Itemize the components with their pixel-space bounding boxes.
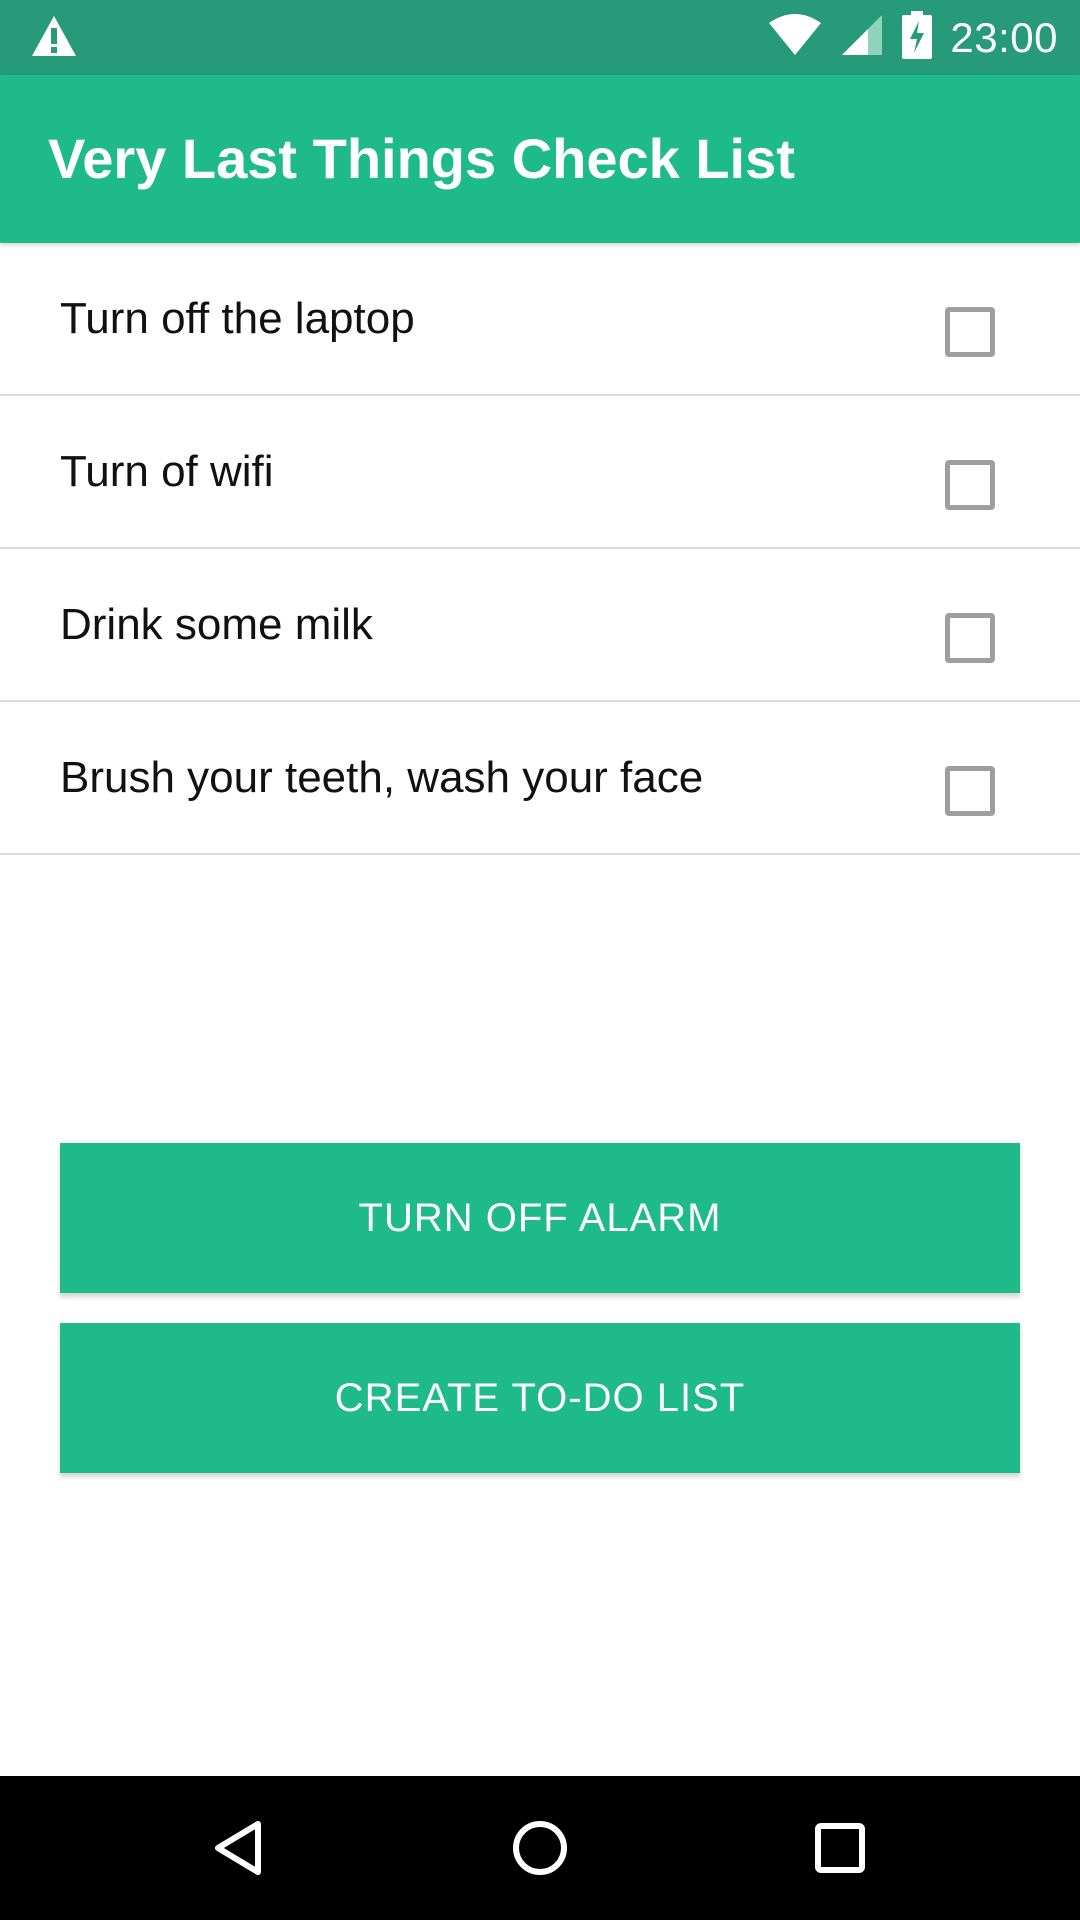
list-item-label: Drink some milk [60, 600, 373, 649]
list-item-label: Turn off the laptop [60, 294, 415, 343]
status-bar: 23:00 [0, 0, 1080, 75]
wifi-icon [768, 13, 822, 62]
back-triangle-icon[interactable] [204, 1812, 276, 1884]
page-title: Very Last Things Check List [48, 127, 795, 190]
app-bar: Very Last Things Check List [0, 75, 1080, 243]
warning-icon [30, 14, 78, 60]
list-item[interactable]: Turn off the laptop [0, 243, 1080, 396]
list-item[interactable]: Turn of wifi [0, 396, 1080, 549]
turn-off-alarm-button[interactable]: TURN OFF ALARM [60, 1143, 1020, 1293]
checkbox[interactable] [945, 766, 995, 816]
list-item[interactable]: Drink some milk [0, 549, 1080, 702]
cell-signal-icon [840, 13, 884, 62]
home-circle-icon[interactable] [504, 1812, 576, 1884]
checkbox[interactable] [945, 307, 995, 357]
status-time: 23:00 [950, 13, 1058, 61]
create-todo-list-button[interactable]: CREATE TO-DO LIST [60, 1323, 1020, 1473]
battery-charging-icon [902, 11, 933, 64]
list-item-label: Brush your teeth, wash your face [60, 753, 704, 802]
status-icons: 23:00 [768, 0, 1058, 75]
navigation-bar [0, 1776, 1080, 1920]
checkbox[interactable] [945, 613, 995, 663]
app-screen: 23:00 Very Last Things Check List Turn o… [0, 0, 1080, 1920]
list-item[interactable]: Brush your teeth, wash your face [0, 702, 1080, 855]
list-item-label: Turn of wifi [60, 447, 274, 496]
recents-square-icon[interactable] [804, 1812, 876, 1884]
checklist: Turn off the laptop Turn of wifi Drink s… [0, 243, 1080, 855]
checkbox[interactable] [945, 460, 995, 510]
